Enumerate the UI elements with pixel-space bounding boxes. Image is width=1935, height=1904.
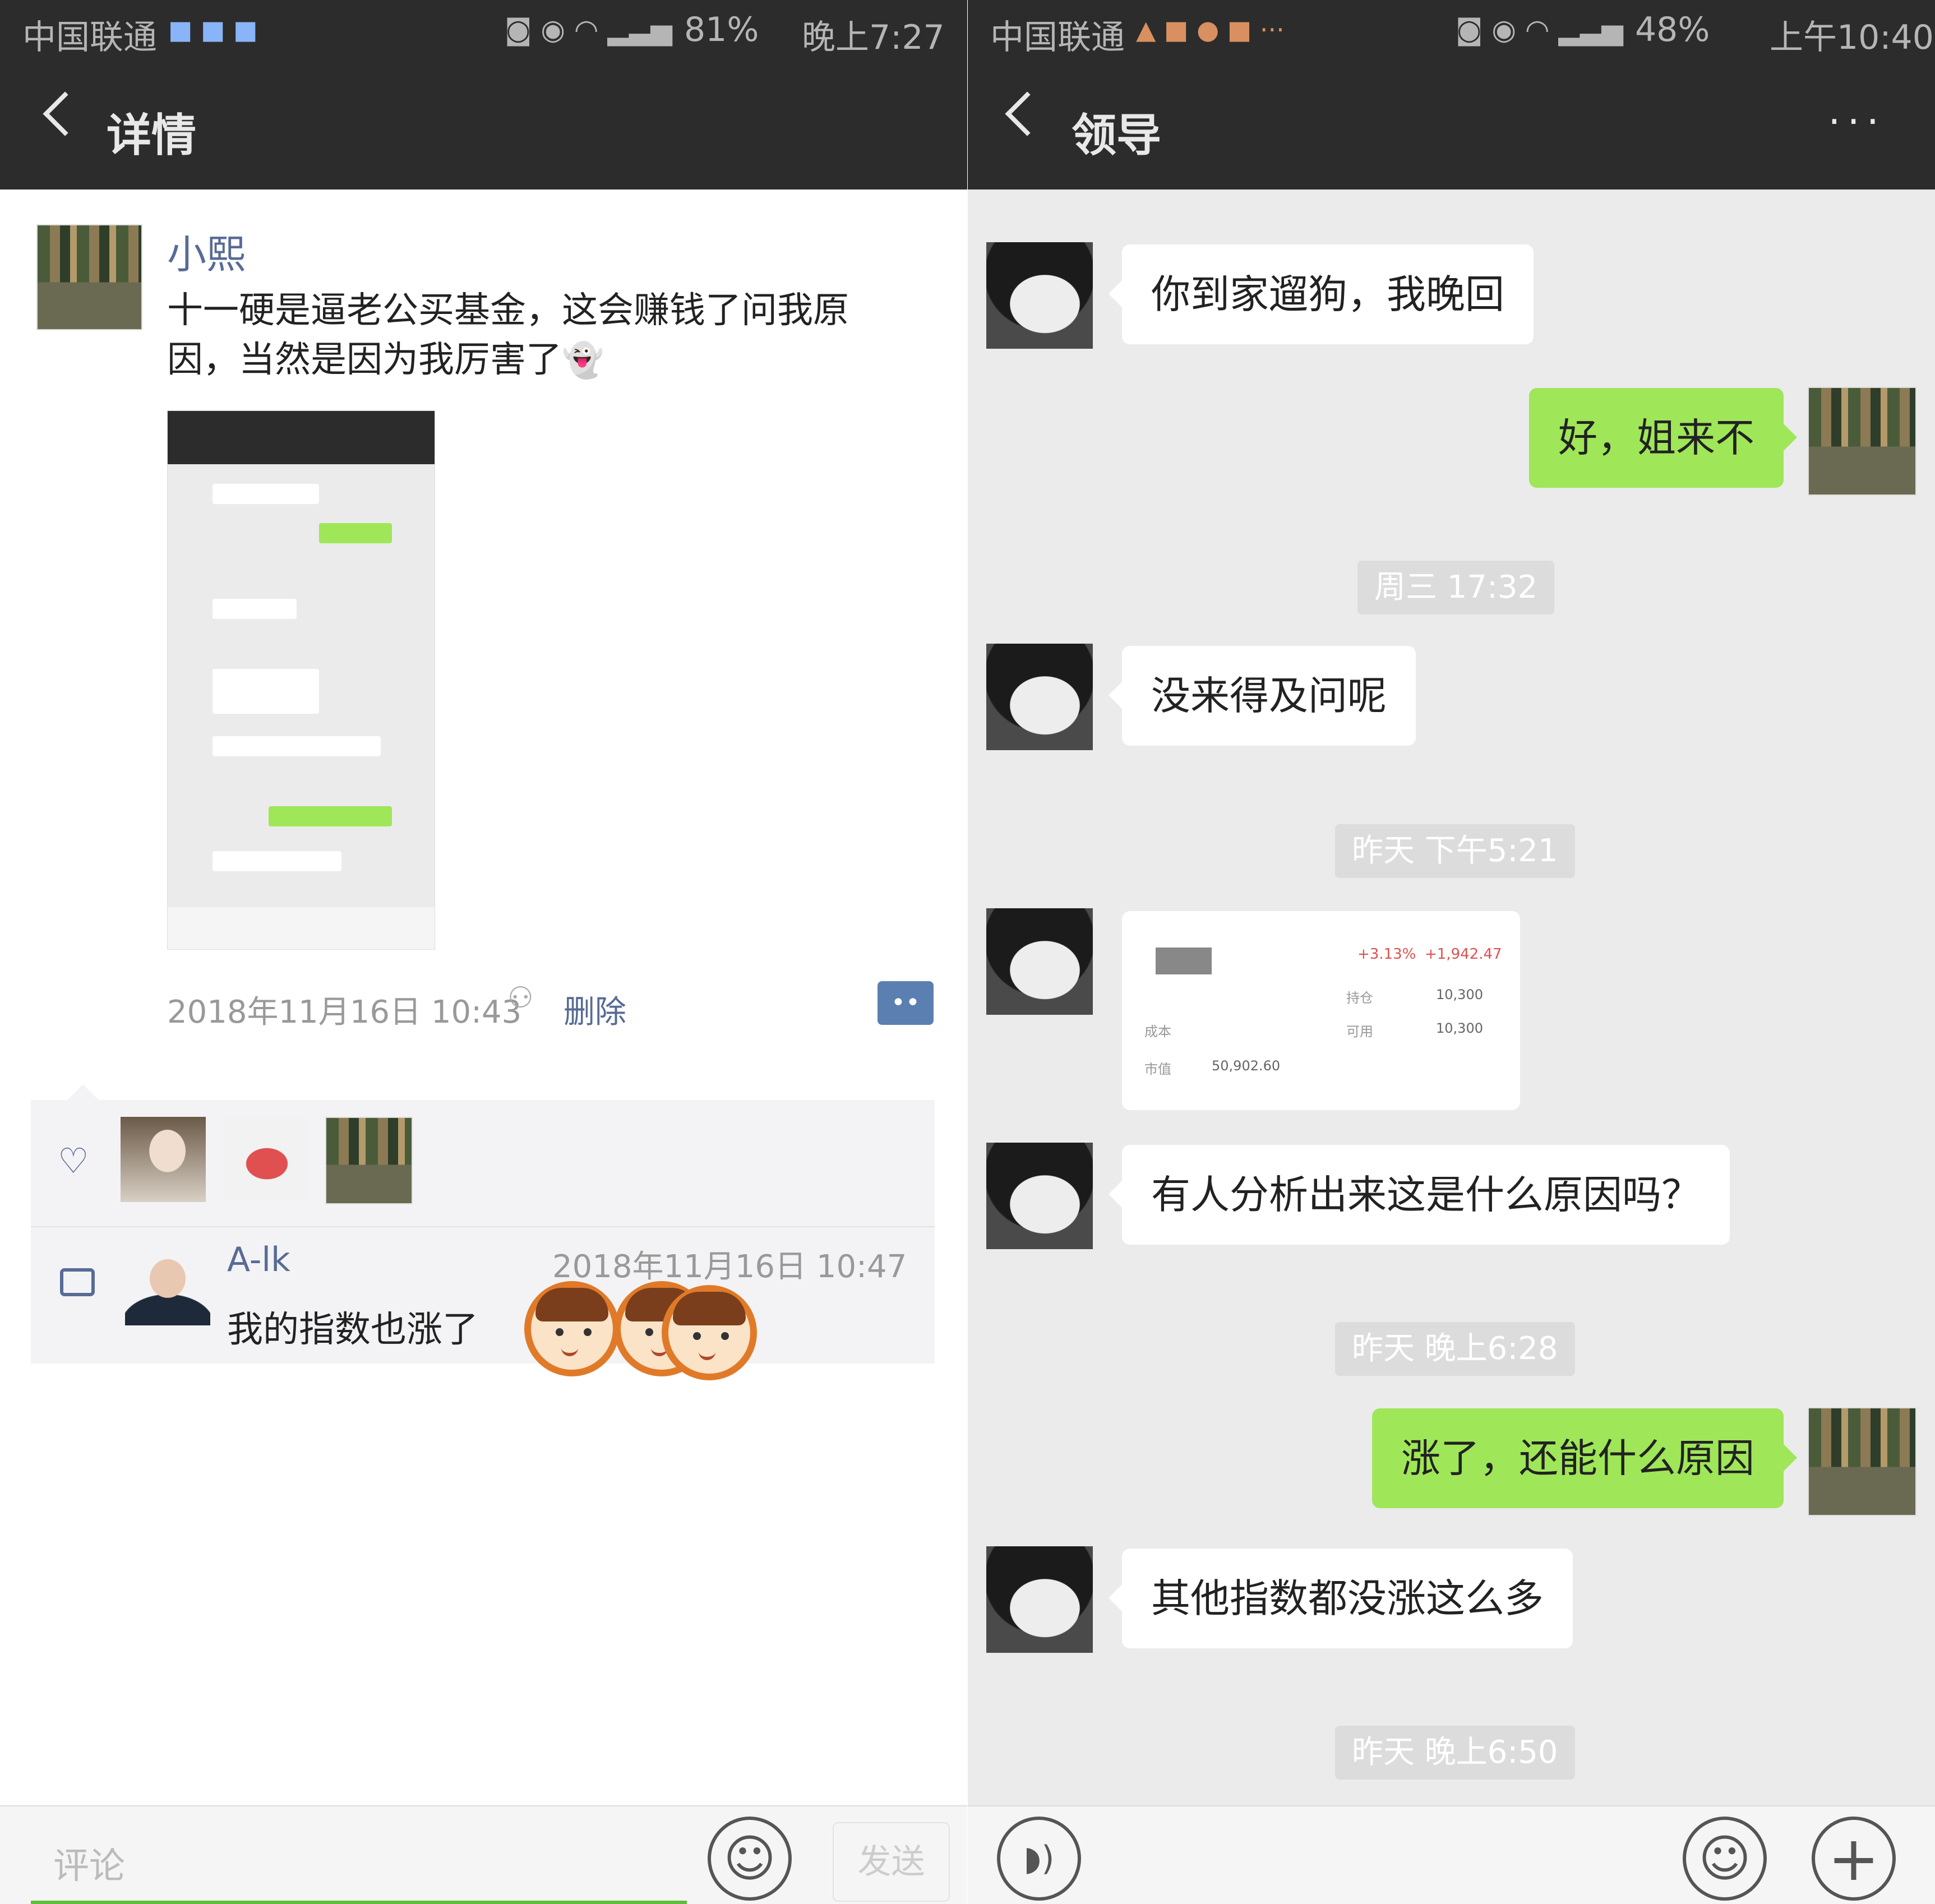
action-menu-icon[interactable]: ••: [878, 981, 934, 1025]
back-icon[interactable]: [1005, 91, 1050, 136]
thumb-header: [168, 411, 435, 464]
nav-bar: 领导 ···: [968, 59, 1935, 190]
fund-screenshot-image[interactable]: +3.13% +1,942.47 持仓 10,300 可用 10,300 成本 …: [1122, 911, 1520, 1110]
message-bubble[interactable]: 有人分析出来这是什么原因吗？: [1109, 1145, 1730, 1245]
divider: [31, 1226, 935, 1227]
liker-avatar[interactable]: [224, 1117, 310, 1202]
message-timestamp: 昨天 晚上6:28: [1335, 1322, 1575, 1376]
send-button[interactable]: 发送: [833, 1822, 950, 1902]
back-icon[interactable]: [43, 91, 87, 136]
signal-icons: ◙ ◉ ◠ ▂▃▅: [505, 13, 672, 46]
smiley-emoji-icon: [524, 1281, 620, 1376]
signal-icons: ◙ ◉ ◠ ▂▃▅: [1456, 13, 1623, 46]
battery-label: 48%: [1635, 10, 1710, 49]
message-bubble[interactable]: 没来得及问呢: [1109, 646, 1416, 746]
message-timestamp: 昨天 下午5:21: [1335, 824, 1575, 878]
battery-label: 81%: [684, 10, 759, 49]
thumb-input-bar: [168, 907, 435, 949]
chat-title: 领导: [1072, 109, 1161, 161]
clock-label: 上午10:40: [1770, 18, 1934, 57]
contact-avatar[interactable]: [986, 242, 1093, 349]
app-notification-icons: ■ ■ ■: [168, 15, 258, 45]
message-bubble-self[interactable]: 涨了，还能什么原因: [1372, 1408, 1797, 1508]
thumb-bubble: [213, 851, 341, 871]
contact-avatar[interactable]: [986, 1546, 1093, 1653]
page-title: 详情: [107, 109, 196, 161]
fund-value: 10,300: [1436, 1020, 1483, 1036]
contact-avatar[interactable]: [986, 1143, 1093, 1249]
input-underline: [31, 1901, 687, 1904]
liker-avatar[interactable]: [121, 1117, 206, 1202]
fund-label: 市值: [1144, 1061, 1171, 1077]
message-timestamp: 昨天 晚上6:50: [1335, 1726, 1575, 1780]
thumb-bubble: [269, 806, 392, 826]
fund-label: 成本: [1144, 1024, 1171, 1039]
thumb-bubble: [213, 736, 381, 756]
smiley-emoji-icon: [662, 1285, 757, 1380]
message-bubble[interactable]: 你到家遛狗，我晚回: [1109, 244, 1534, 344]
chat-screen: 中国联通 ▲ ■ ● ■ ··· ◙ ◉ ◠ ▂▃▅ 48% 上午10:40 领…: [968, 0, 1935, 1904]
ghost-emoji-icon: 👻: [562, 341, 604, 380]
thumb-bubble: [319, 523, 392, 543]
comment-icon: [60, 1268, 95, 1296]
thumb-bubble: [213, 599, 297, 619]
message-bubble-self[interactable]: 好，姐来不: [1529, 388, 1797, 488]
moment-image[interactable]: [167, 410, 435, 950]
carrier-label: 中国联通: [990, 18, 1125, 57]
thumb-bubble: [213, 484, 319, 504]
fund-total: 50,902.60: [1212, 1058, 1281, 1074]
status-bar: 中国联通 ■ ■ ■ ◙ ◉ ◠ ▂▃▅ 81% 晚上7:27: [0, 0, 967, 59]
likes-arrow: [67, 1084, 99, 1100]
carrier-label: 中国联通: [22, 18, 157, 57]
comment-input[interactable]: 评论: [53, 1837, 125, 1889]
message-timestamp: 周三 17:32: [1357, 561, 1555, 614]
delete-button[interactable]: 删除: [564, 987, 626, 1032]
heart-icon: ♡: [58, 1140, 89, 1181]
comment-text: 我的指数也涨了: [227, 1309, 478, 1351]
app-notification-icons: ▲ ■ ● ■ ···: [1136, 15, 1285, 45]
voice-icon[interactable]: ◗): [997, 1817, 1081, 1901]
moment-text: 十一硬是逼老公买基金，这会赚钱了问我原因，当然是因为我厉害了👻: [167, 290, 849, 381]
thumb-card: [213, 669, 319, 714]
contact-avatar[interactable]: [986, 644, 1093, 750]
chat-input-bar: ◗) ☺ +: [968, 1805, 1935, 1904]
author-avatar[interactable]: [36, 224, 142, 330]
fund-label: 持仓: [1346, 990, 1373, 1006]
fund-change-amount: +1,942.47: [1425, 946, 1502, 963]
nav-bar: 详情: [0, 59, 967, 190]
status-bar: 中国联通 ▲ ■ ● ■ ··· ◙ ◉ ◠ ▂▃▅ 48% 上午10:40: [968, 0, 1935, 59]
comment-bar: 评论 ☺ 发送: [0, 1805, 967, 1904]
fund-value: 10,300: [1436, 987, 1483, 1002]
clock-label: 晚上7:27: [802, 18, 945, 57]
comment-time: 2018年11月16日 10:47: [552, 1249, 907, 1285]
moment-detail-screen: 中国联通 ■ ■ ■ ◙ ◉ ◠ ▂▃▅ 81% 晚上7:27 详情 小熙 十一…: [0, 0, 967, 1904]
moment-timestamp: 2018年11月16日 10:43: [167, 994, 522, 1030]
fund-label: 可用: [1346, 1024, 1373, 1039]
author-name[interactable]: 小熙: [167, 223, 246, 280]
emoji-icon[interactable]: ☺: [708, 1817, 792, 1901]
self-avatar[interactable]: [1808, 387, 1916, 496]
fund-change-pct: +3.13%: [1357, 946, 1416, 963]
commenter-name[interactable]: A-lk: [227, 1240, 290, 1279]
message-bubble[interactable]: 其他指数都没涨这么多: [1109, 1549, 1573, 1648]
contact-avatar[interactable]: [986, 908, 1093, 1015]
likes-comments-box: ♡ A-lk 2018年11月16日 10:47 我的指数也涨了: [31, 1100, 935, 1364]
liker-avatar[interactable]: [325, 1117, 413, 1204]
group-visibility-icon: ⚇: [507, 981, 534, 1015]
plus-icon[interactable]: +: [1812, 1817, 1896, 1901]
more-icon[interactable]: ···: [1828, 102, 1886, 141]
emoji-icon[interactable]: ☺: [1683, 1817, 1767, 1901]
blurred-logo: [1156, 948, 1212, 974]
commenter-avatar[interactable]: [125, 1240, 210, 1325]
self-avatar[interactable]: [1808, 1407, 1916, 1516]
